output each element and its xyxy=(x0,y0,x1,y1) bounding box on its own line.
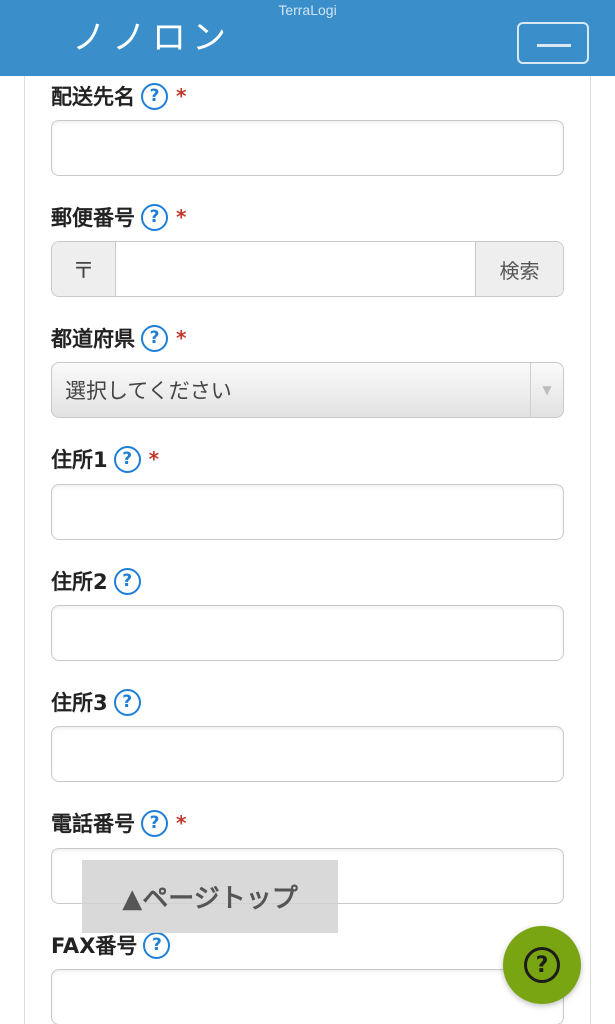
brand-name: TerraLogi xyxy=(278,2,337,18)
help-icon[interactable]: ? xyxy=(141,809,168,837)
phone-label: 電話番号 ? * xyxy=(51,808,186,838)
address2-label: 住所2 ? xyxy=(51,566,141,596)
address2-input[interactable] xyxy=(51,605,564,661)
prefecture-selected-value: 選択してください xyxy=(65,379,232,403)
delivery-name-label: 配送先名 ? * xyxy=(51,81,186,111)
address3-input[interactable] xyxy=(51,726,564,782)
help-icon[interactable]: ? xyxy=(113,445,141,473)
postal-code-label-text: 郵便番号 xyxy=(51,206,135,230)
postal-code-group: 〒 検索 xyxy=(51,241,564,297)
required-mark: * xyxy=(176,811,187,835)
fax-label: FAX番号 ? xyxy=(51,930,171,960)
question-circle-icon: ? xyxy=(524,947,560,983)
postal-code-label: 郵便番号 ? * xyxy=(51,202,186,232)
prefecture-label: 都道府県 ? * xyxy=(51,323,186,353)
help-icon[interactable]: ? xyxy=(113,688,141,716)
menu-toggle-button[interactable] xyxy=(517,22,589,64)
postal-code-input[interactable] xyxy=(116,242,475,296)
fax-label-text: FAX番号 xyxy=(51,934,138,958)
prefecture-select[interactable]: 選択してください ▼ xyxy=(51,362,564,418)
required-mark: * xyxy=(176,84,187,108)
required-mark: * xyxy=(176,205,187,229)
help-icon[interactable]: ? xyxy=(143,931,171,959)
site-logo-title[interactable]: ノノロン xyxy=(72,18,232,58)
address1-label-text: 住所1 xyxy=(51,448,108,472)
delivery-name-label-text: 配送先名 xyxy=(51,85,135,109)
address2-label-text: 住所2 xyxy=(51,570,108,594)
app-header: TerraLogi ノノロン xyxy=(0,0,615,76)
fax-input[interactable] xyxy=(51,969,564,1024)
page-top-button[interactable]: ▲ページトップ xyxy=(82,860,338,933)
chevron-down-icon: ▼ xyxy=(530,363,563,417)
help-icon[interactable]: ? xyxy=(141,324,168,352)
address3-label-text: 住所3 xyxy=(51,691,108,715)
prefecture-label-text: 都道府県 xyxy=(51,327,135,351)
required-mark: * xyxy=(176,326,187,350)
help-icon[interactable]: ? xyxy=(141,82,168,110)
postal-mark-icon: 〒 xyxy=(52,242,116,296)
address3-label: 住所3 ? xyxy=(51,687,141,717)
help-icon[interactable]: ? xyxy=(113,567,141,595)
address1-label: 住所1 ? * xyxy=(51,444,159,474)
address1-input[interactable] xyxy=(51,484,564,540)
phone-label-text: 電話番号 xyxy=(51,812,135,836)
required-mark: * xyxy=(148,447,160,471)
help-fab-button[interactable]: ? xyxy=(503,926,581,1004)
postal-search-button[interactable]: 検索 xyxy=(475,242,563,296)
hamburger-icon xyxy=(537,44,571,47)
help-icon[interactable]: ? xyxy=(141,203,168,231)
delivery-name-input[interactable] xyxy=(51,120,564,176)
